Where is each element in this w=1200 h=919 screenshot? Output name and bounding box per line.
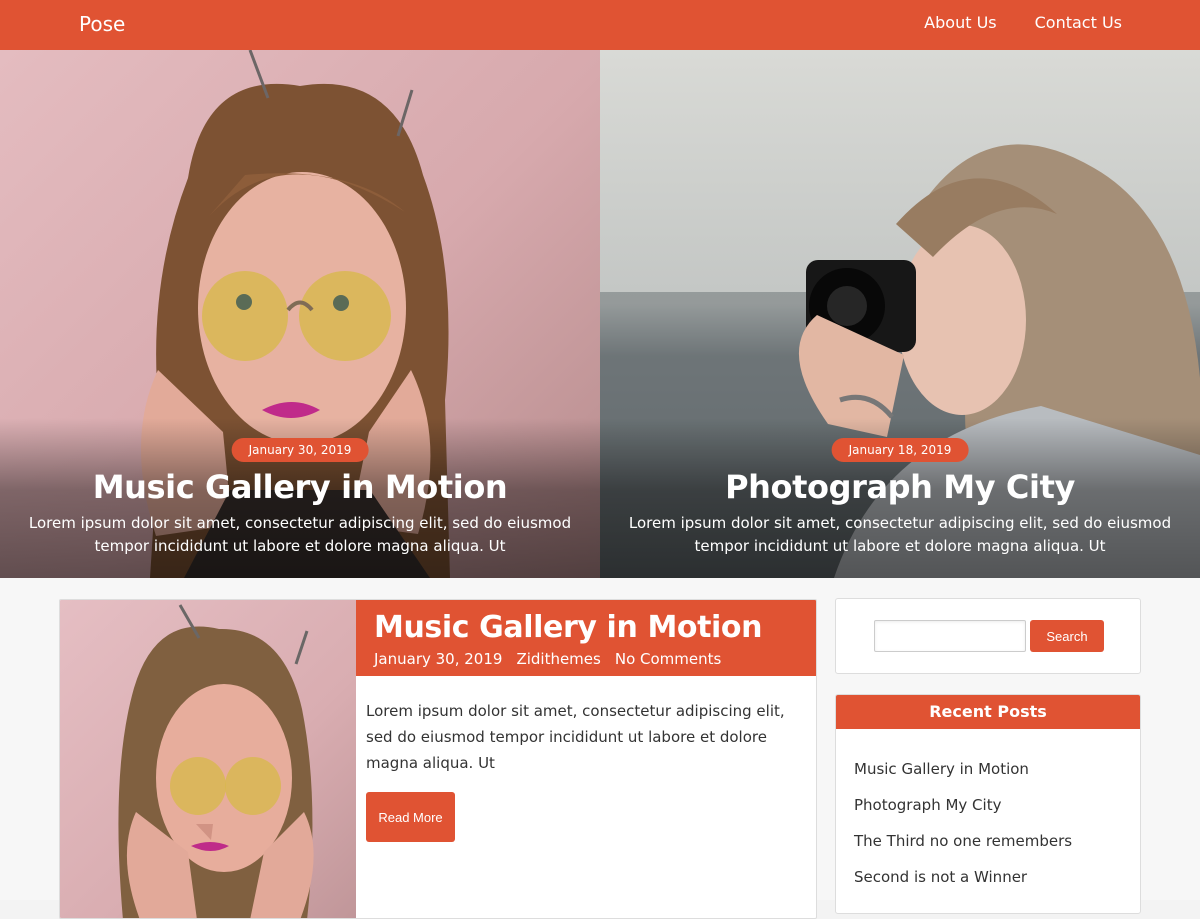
search-input[interactable] [874,620,1026,652]
post-title[interactable]: Music Gallery in Motion [374,610,763,645]
hero-excerpt: Lorem ipsum dolor sit amet, consectetur … [628,514,1172,555]
recent-posts-heading: Recent Posts [836,695,1140,729]
top-navigation: Pose About Us Contact Us [0,0,1200,50]
recent-posts-widget: Recent Posts Music Gallery in Motion Pho… [835,694,1141,914]
recent-post-link[interactable]: Photograph My City [854,791,1140,827]
site-brand[interactable]: Pose [79,12,125,36]
post-header: Music Gallery in Motion January 30, 2019… [356,600,816,676]
search-widget: Search [835,598,1141,674]
search-button[interactable]: Search [1030,620,1104,652]
post-excerpt: Lorem ipsum dolor sit amet, consectetur … [366,702,785,772]
main-menu: About Us Contact Us [924,13,1122,32]
nav-about-us[interactable]: About Us [924,13,996,32]
post-thumbnail[interactable] [60,600,356,918]
post-comments[interactable]: No Comments [615,650,721,668]
post-meta: January 30, 2019 Zidithemes No Comments [374,650,721,668]
recent-post-link[interactable]: Second is not a Winner [854,863,1140,899]
hero-post-music-gallery[interactable]: January 30, 2019 Music Gallery in Motion… [0,50,600,578]
recent-post-link[interactable]: The Third no one remembers [854,827,1140,863]
recent-post-link[interactable]: Music Gallery in Motion [854,755,1140,791]
hero-title[interactable]: Music Gallery in Motion [0,468,600,506]
hero-title[interactable]: Photograph My City [600,468,1200,506]
hero-excerpt: Lorem ipsum dolor sit amet, consectetur … [28,514,572,555]
hero-date-badge: January 30, 2019 [231,438,369,462]
hero-date-badge: January 18, 2019 [831,438,969,462]
thumbnail-portrait [118,604,314,918]
post-card: Music Gallery in Motion January 30, 2019… [59,599,817,919]
read-more-button[interactable]: Read More [366,792,455,842]
featured-hero: January 30, 2019 Music Gallery in Motion… [0,50,1200,578]
post-author[interactable]: Zidithemes [516,650,600,668]
hero-post-photograph-my-city[interactable]: January 18, 2019 Photograph My City Lore… [600,50,1200,578]
nav-contact-us[interactable]: Contact Us [1035,13,1122,32]
content-area: Music Gallery in Motion January 30, 2019… [0,578,1200,919]
post-date: January 30, 2019 [374,650,503,668]
recent-posts-list: Music Gallery in Motion Photograph My Ci… [836,729,1140,899]
